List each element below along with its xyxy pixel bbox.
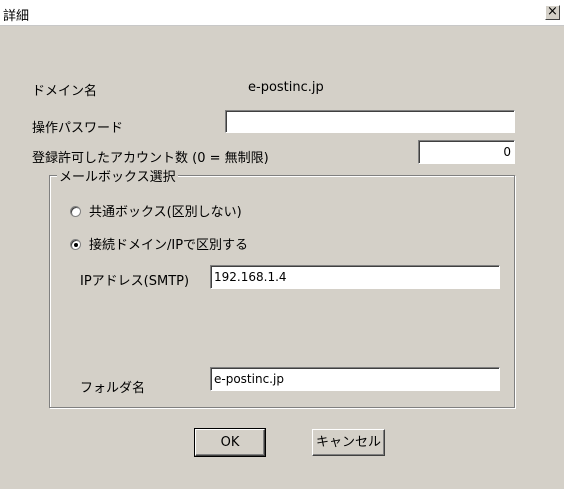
ok-button[interactable]: OK xyxy=(194,428,266,457)
mailbox-group-label: メールボックス選択 xyxy=(57,166,178,185)
radio-shared-label: 共通ボックス(区別しない) xyxy=(89,205,242,220)
radio-per-domain-label: 接続ドメイン/IPで区別する xyxy=(89,238,249,253)
close-icon: × xyxy=(547,4,558,19)
accounts-label: 登録許可したアカウント数 (0 = 無制限) xyxy=(32,151,269,166)
folder-name-field[interactable] xyxy=(210,367,500,391)
ip-address-field[interactable] xyxy=(210,265,500,289)
title-bar: 詳細 × xyxy=(0,0,564,26)
radio-option-shared[interactable]: 共通ボックス(区別しない) xyxy=(70,201,242,220)
window-title: 詳細 xyxy=(3,9,30,24)
radio-shared-indicator[interactable] xyxy=(70,206,81,217)
cancel-button[interactable]: キャンセル xyxy=(312,429,385,456)
domain-label: ドメイン名 xyxy=(32,84,98,99)
folder-name-label: フォルダ名 xyxy=(80,381,146,396)
ip-address-label: IPアドレス(SMTP) xyxy=(80,274,190,289)
accounts-limit-field[interactable] xyxy=(418,140,515,164)
radio-per-domain-indicator[interactable] xyxy=(70,239,81,250)
password-field[interactable] xyxy=(225,110,515,133)
password-label: 操作パスワード xyxy=(32,121,124,136)
radio-option-per-domain[interactable]: 接続ドメイン/IPで区別する xyxy=(70,234,248,253)
domain-value: e-postinc.jp xyxy=(248,80,324,95)
close-button[interactable]: × xyxy=(545,5,560,20)
